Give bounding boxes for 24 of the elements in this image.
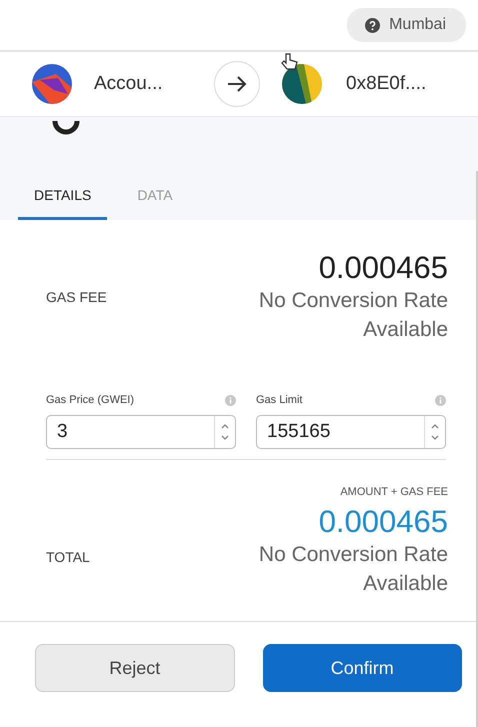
account-avatar xyxy=(32,64,72,104)
recipient-address: 0x8E0f.... xyxy=(346,73,426,95)
conversion-note: No Conversion Rate Available xyxy=(258,542,448,597)
fee-caption: AMOUNT + GAS FEE xyxy=(340,486,448,498)
info-icon xyxy=(225,394,236,406)
action-button[interactable]: Confirm xyxy=(262,644,462,692)
help-icon xyxy=(365,18,380,32)
account-name: Accou... xyxy=(94,73,164,95)
info-icon xyxy=(435,394,446,406)
fee-label: TOTAL xyxy=(46,549,90,565)
action-button[interactable]: Reject xyxy=(35,644,234,692)
number-input[interactable]: 3 xyxy=(46,415,236,449)
hand-cursor-icon xyxy=(280,52,300,72)
recipient-avatar xyxy=(282,64,322,104)
fee-label: GAS FEE xyxy=(46,289,107,305)
conversion-note: No Conversion Rate Available xyxy=(258,288,448,343)
tab[interactable]: DETAILS xyxy=(18,171,108,220)
network-name: Mumbai xyxy=(389,16,446,34)
fee-amount: 0.000465 xyxy=(318,504,448,540)
number-input[interactable]: 155165 xyxy=(256,415,446,449)
fee-amount: 0.000465 xyxy=(318,250,448,286)
field-label: Gas Price (GWEI) xyxy=(46,394,134,406)
field-label: Gas Limit xyxy=(256,394,302,406)
network-selector[interactable]: Mumbai xyxy=(347,8,466,42)
